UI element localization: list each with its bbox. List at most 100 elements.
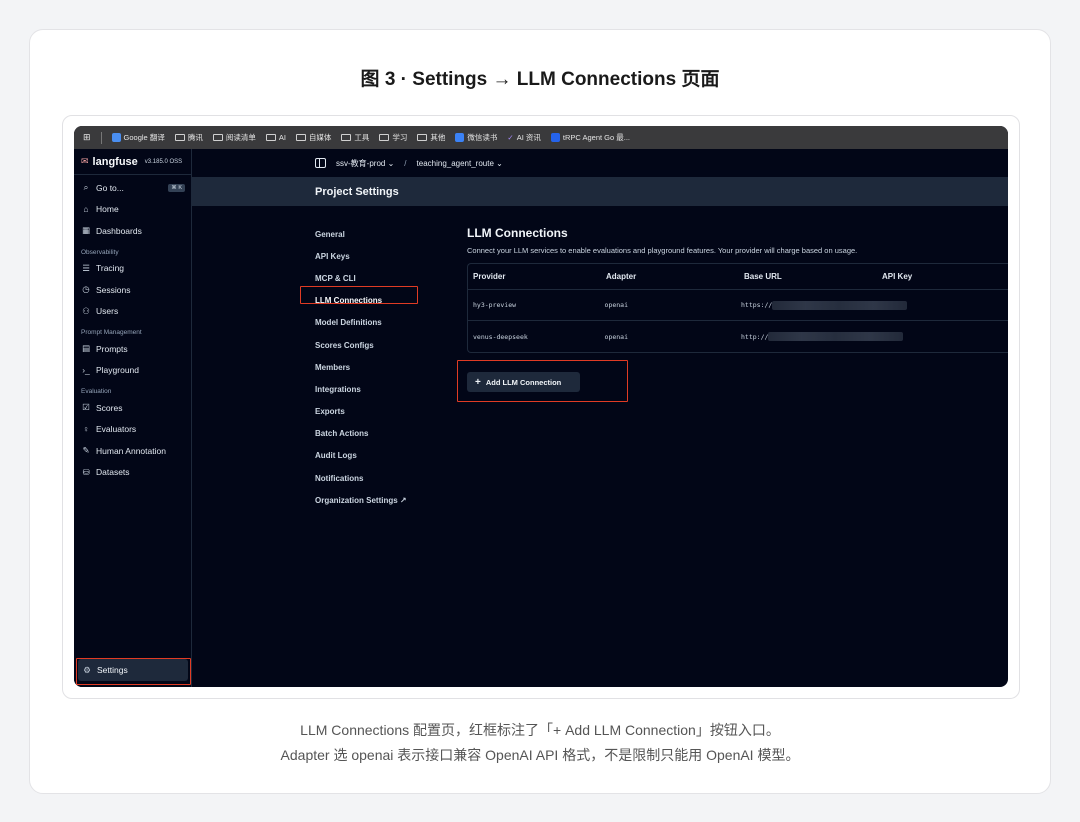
highlight-llm-connections-nav: [300, 286, 418, 304]
folder-icon: [417, 134, 428, 141]
apps-grid-icon[interactable]: ⊞: [83, 132, 91, 143]
provider-cell: hy3-preview: [473, 301, 517, 309]
bulb-icon: ♀: [82, 424, 90, 435]
breadcrumb: ssv-教育-prod ⌄ / teaching_agent_route ⌄: [192, 149, 1008, 178]
shortcut-badge: ⌘ K: [168, 183, 185, 192]
column-header: Base URL: [744, 272, 782, 281]
sidebar-item-datasets[interactable]: ⛁ Datasets: [74, 462, 191, 484]
settings-nav-members[interactable]: Members: [315, 356, 435, 378]
settings-nav-model-definitions[interactable]: Model Definitions: [315, 312, 435, 334]
annotation-icon: ✎: [82, 445, 90, 456]
bookmark-media[interactable]: 自媒体: [295, 132, 331, 143]
bookmark-ai-news[interactable]: ✓ AI 资讯: [507, 132, 540, 143]
users-icon: ⚇: [82, 305, 90, 316]
folder-icon: [295, 134, 306, 141]
column-header: Provider: [473, 272, 506, 281]
breadcrumb-separator: /: [404, 158, 407, 168]
clock-icon: ◷: [82, 284, 90, 295]
bookmark-tencent[interactable]: 腾讯: [174, 132, 203, 143]
group-label-prompt-management: Prompt Management: [81, 329, 142, 336]
home-icon: ⌂: [83, 204, 89, 215]
langfuse-logo-icon: ✉: [81, 156, 89, 166]
folder-icon: [379, 134, 390, 141]
settings-nav-organization[interactable]: Organization Settings ↗: [315, 489, 435, 511]
app-name: langfuse: [92, 155, 138, 168]
base-url-cell: https://: [741, 300, 1008, 310]
settings-nav-api-keys[interactable]: API Keys: [315, 245, 435, 267]
caption-line-2: Adapter 选 openai 表示接口兼容 OpenAI API 格式，不是…: [280, 747, 800, 763]
provider-cell: venus-deepseek: [473, 332, 528, 341]
caption-line-1: LLM Connections 配置页，红框标注了「+ Add LLM Conn…: [300, 722, 780, 738]
bookmark-ai[interactable]: AI: [265, 133, 286, 142]
sidebar-item-playground[interactable]: ›_ Playground: [74, 360, 191, 382]
settings-nav-batch-actions[interactable]: Batch Actions: [315, 423, 435, 445]
settings-nav-exports[interactable]: Exports: [315, 401, 435, 423]
bookmark-divider: [100, 131, 102, 144]
bookmark-study[interactable]: 学习: [379, 132, 407, 143]
table-row[interactable]: hy3-preview openai https://: [468, 290, 1008, 321]
highlight-settings: [76, 658, 191, 685]
sidebar-item-dashboards[interactable]: ▦ Dashboards: [74, 220, 191, 242]
app-version[interactable]: v3.185.0 OSS: [145, 159, 182, 165]
settings-nav-audit-logs[interactable]: Audit Logs: [315, 445, 435, 467]
column-header: API Key: [882, 272, 913, 281]
folder-icon: [174, 134, 185, 141]
bookmarks-bar: ⊞ Google 翻译 腾讯 阅读清单 AI 自媒体 工具 学习 其他 微信读书…: [74, 126, 1008, 149]
highlight-add-button: [457, 360, 628, 402]
adapter-cell: openai: [604, 332, 629, 341]
page-title: Project Settings: [192, 178, 1008, 206]
bookmark-google-translate[interactable]: Google 翻译: [111, 132, 165, 143]
base-url-cell: http://: [741, 332, 1008, 341]
figure-title: 图 3 · Settings → LLM Connections 页面: [360, 69, 720, 90]
settings-nav-scores-configs[interactable]: Scores Configs: [315, 334, 435, 356]
weread-icon: [455, 133, 465, 142]
folder-icon: [341, 134, 352, 141]
redacted-value: [772, 300, 908, 310]
sidebar-item-tracing[interactable]: ☰ Tracing: [74, 258, 191, 280]
bookmark-weread[interactable]: 微信读书: [455, 132, 497, 143]
bookmark-tools[interactable]: 工具: [341, 132, 369, 143]
terminal-icon: ›_: [82, 365, 90, 376]
chevron-down-icon: ⌄: [387, 158, 395, 168]
sidebar-item-evaluators[interactable]: ♀ Evaluators: [74, 419, 191, 441]
database-icon: ⛁: [82, 466, 90, 477]
redacted-value: [768, 332, 904, 341]
sidebar-item-users[interactable]: ⚇ Users: [74, 301, 191, 323]
sidebar: ✉ langfuse v3.185.0 OSS ⌕ Go to... ⌘ K ⌂…: [74, 149, 192, 687]
sidebar-item-prompts[interactable]: ▤ Prompts: [74, 338, 191, 360]
bookmark-reading-list[interactable]: 阅读清单: [212, 132, 256, 143]
sidebar-item-home[interactable]: ⌂ Home: [74, 199, 191, 221]
dashboard-icon: ▦: [81, 225, 91, 236]
settings-nav-integrations[interactable]: Integrations: [315, 378, 435, 400]
bookmark-trpc[interactable]: tRPC Agent Go 最...: [550, 132, 630, 143]
table-header: Provider Adapter Base URL API Key: [468, 264, 1008, 290]
settings-nav-general[interactable]: General: [315, 223, 435, 245]
score-icon: ☑: [82, 402, 90, 413]
section-description: Connect your LLM services to enable eval…: [467, 246, 858, 255]
sidebar-toggle-icon[interactable]: [315, 158, 326, 168]
table-row[interactable]: venus-deepseek openai http://: [468, 321, 1008, 352]
search-icon: ⌕: [83, 182, 89, 193]
translate-icon: [111, 133, 121, 142]
logo-row: ✉ langfuse v3.185.0 OSS: [74, 149, 191, 175]
adapter-cell: openai: [604, 301, 629, 309]
group-label-observability: Observability: [81, 248, 119, 256]
column-header: Adapter: [606, 272, 637, 281]
settings-nav-notifications[interactable]: Notifications: [315, 467, 435, 489]
connections-table: Provider Adapter Base URL API Key hy3-pr…: [467, 263, 1008, 353]
project-selector[interactable]: ssv-教育-prod ⌄: [336, 158, 394, 169]
sidebar-item-sessions[interactable]: ◷ Sessions: [74, 279, 191, 301]
section-title: LLM Connections: [467, 226, 568, 240]
tracing-icon: ☰: [82, 262, 90, 273]
goto-search[interactable]: ⌕ Go to... ⌘ K: [74, 177, 191, 199]
route-selector[interactable]: teaching_agent_route ⌄: [417, 159, 503, 168]
folder-icon: [212, 134, 223, 141]
chevron-down-icon: ⌄: [496, 158, 503, 168]
sidebar-item-human-annotation[interactable]: ✎ Human Annotation: [74, 440, 191, 462]
sidebar-item-scores[interactable]: ☑ Scores: [74, 397, 191, 419]
ai-news-icon: ✓: [507, 133, 514, 142]
app-window: ⊞ Google 翻译 腾讯 阅读清单 AI 自媒体 工具 学习 其他 微信读书…: [74, 126, 1008, 687]
folder-icon: [265, 134, 276, 141]
trpc-icon: [550, 133, 560, 142]
bookmark-other[interactable]: 其他: [417, 132, 445, 143]
